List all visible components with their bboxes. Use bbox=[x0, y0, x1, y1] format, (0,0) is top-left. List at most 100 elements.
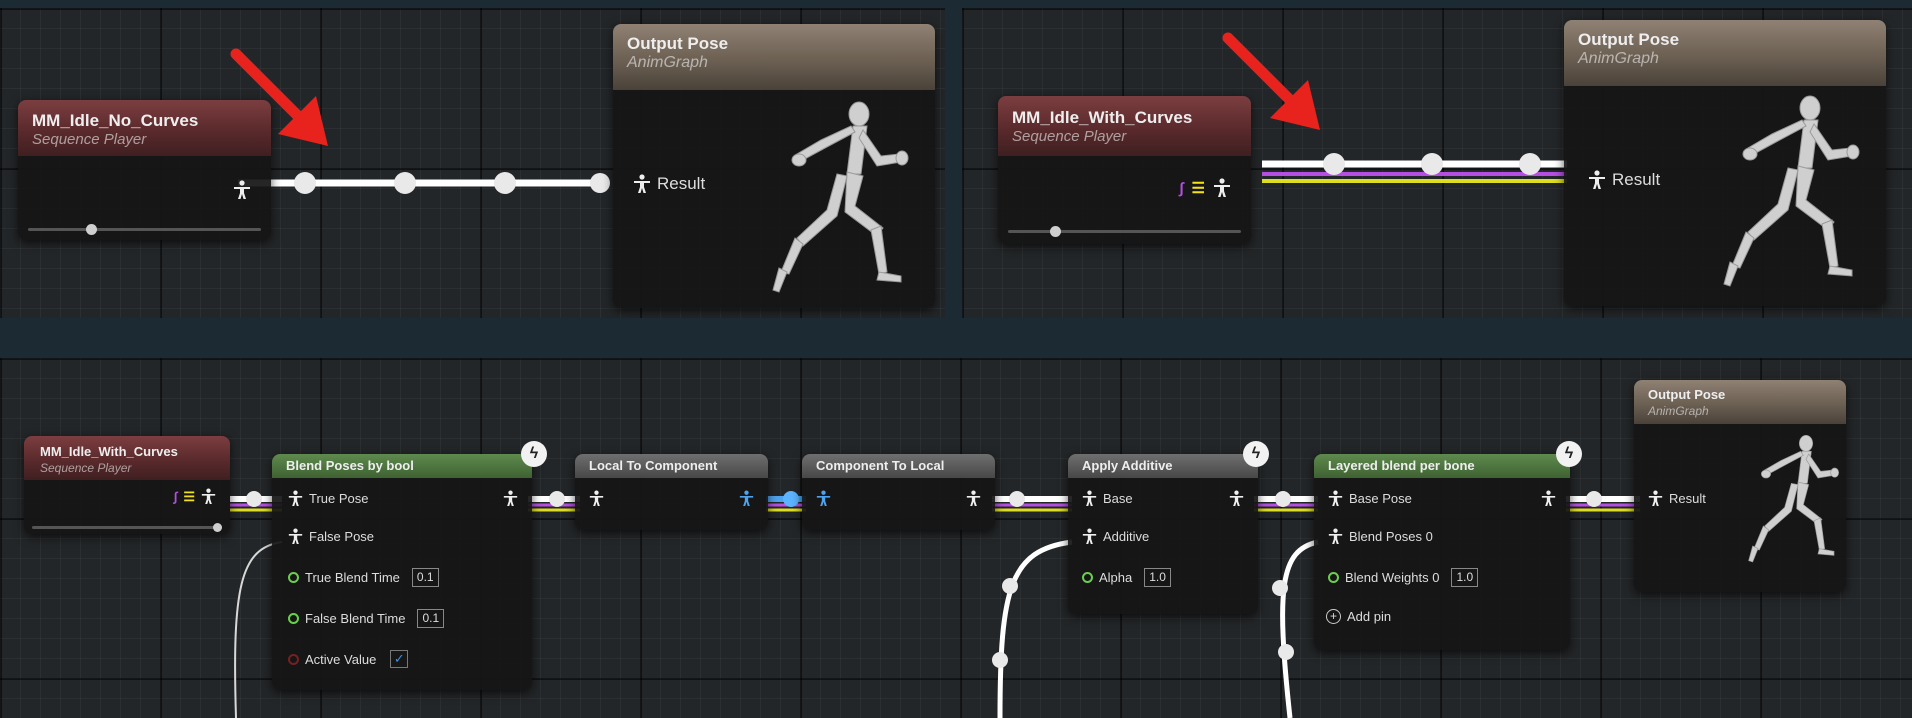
blend-poses-wire[interactable] bbox=[1280, 539, 1319, 718]
node-header[interactable]: Local To Component bbox=[575, 454, 768, 478]
true-pose-pin[interactable]: True Pose bbox=[288, 490, 369, 507]
pose-output-pin[interactable] bbox=[1541, 490, 1556, 507]
pin-label: Result bbox=[1669, 491, 1706, 506]
node-header[interactable]: MM_Idle_With_Curves Sequence Player bbox=[24, 436, 230, 480]
slider-knob[interactable] bbox=[213, 523, 222, 532]
active-value-checkbox[interactable]: ✓ bbox=[390, 650, 409, 668]
slider-knob[interactable] bbox=[86, 224, 97, 235]
node-title: Component To Local bbox=[816, 458, 945, 473]
output-pins[interactable]: ∫ ☰ bbox=[174, 488, 216, 505]
pose-pin-icon bbox=[1213, 178, 1231, 198]
false-pose-pin[interactable]: False Pose bbox=[288, 528, 374, 545]
output-pins[interactable]: ∫ ☰ bbox=[1179, 178, 1231, 198]
reroute-knot[interactable] bbox=[294, 172, 316, 194]
wire-group[interactable] bbox=[992, 491, 1072, 512]
reroute-knot[interactable] bbox=[992, 652, 1008, 668]
pose-output-pin[interactable] bbox=[966, 490, 981, 507]
float-pin-icon bbox=[1328, 572, 1339, 583]
node-title: Blend Poses by bool bbox=[286, 458, 414, 473]
node-header[interactable]: Output Pose AnimGraph bbox=[1564, 20, 1886, 86]
node-header[interactable]: Layered blend per bone bbox=[1314, 454, 1570, 478]
add-pin-button[interactable]: + Add pin bbox=[1326, 609, 1391, 624]
apply-additive-node[interactable]: Apply Additive Base Additive Alpha 1.0 bbox=[1068, 454, 1258, 614]
true-blend-time-pin[interactable]: True Blend Time 0.1 bbox=[288, 568, 439, 587]
reroute-knot[interactable] bbox=[1002, 578, 1018, 594]
layered-blend-per-bone-node[interactable]: Layered blend per bone Base Pose Blend P… bbox=[1314, 454, 1570, 650]
false-blend-time-pin[interactable]: False Blend Time 0.1 bbox=[288, 609, 445, 628]
component-pose-output-pin[interactable] bbox=[739, 490, 754, 507]
node-header[interactable]: Blend Poses by bool bbox=[272, 454, 532, 478]
position-slider[interactable] bbox=[1008, 226, 1241, 237]
node-title: Apply Additive bbox=[1082, 458, 1173, 473]
result-input-pin[interactable]: Result bbox=[633, 174, 705, 194]
node-title: Output Pose bbox=[1578, 30, 1680, 49]
slider-knob[interactable] bbox=[1050, 226, 1061, 237]
pose-pin-icon bbox=[1328, 528, 1343, 545]
node-title: MM_Idle_With_Curves bbox=[1012, 108, 1193, 127]
node-header[interactable]: Component To Local bbox=[802, 454, 995, 478]
pose-pin-icon bbox=[1588, 170, 1606, 190]
additive-pin[interactable]: Additive bbox=[1082, 528, 1149, 545]
position-slider[interactable] bbox=[32, 523, 222, 532]
graph-panel-main[interactable]: MM_Idle_With_Curves Sequence Player ∫ ☰ … bbox=[0, 358, 1912, 718]
active-value-pin[interactable]: Active Value ✓ bbox=[288, 650, 409, 668]
fast-path-bolt-icon: ϟ bbox=[1556, 441, 1582, 467]
node-header[interactable]: MM_Idle_With_Curves Sequence Player bbox=[998, 96, 1251, 156]
node-header[interactable]: Output Pose AnimGraph bbox=[1634, 380, 1846, 424]
reroute-knot[interactable] bbox=[394, 172, 416, 194]
sequence-player-node[interactable]: MM_Idle_With_Curves Sequence Player ∫ ☰ bbox=[998, 96, 1251, 244]
node-header[interactable]: Apply Additive bbox=[1068, 454, 1258, 478]
blend-weights-input[interactable]: 1.0 bbox=[1451, 568, 1479, 587]
blend-weights-0-pin[interactable]: Blend Weights 0 1.0 bbox=[1328, 568, 1479, 587]
pin-label: Additive bbox=[1103, 529, 1150, 544]
component-to-local-node[interactable]: Component To Local bbox=[802, 454, 995, 530]
fast-path-bolt-icon: ϟ bbox=[521, 441, 547, 467]
false-blend-time-input[interactable]: 0.1 bbox=[417, 609, 445, 628]
pose-pin-icon bbox=[1082, 528, 1097, 545]
sequence-player-node[interactable]: MM_Idle_With_Curves Sequence Player ∫ ☰ bbox=[24, 436, 230, 534]
result-input-pin[interactable]: Result bbox=[1648, 490, 1706, 507]
pose-output-pin[interactable] bbox=[1229, 490, 1244, 507]
alpha-pin[interactable]: Alpha 1.0 bbox=[1082, 568, 1171, 587]
pose-output-pin[interactable] bbox=[233, 180, 251, 200]
base-pose-pin[interactable]: Base Pose bbox=[1328, 490, 1412, 507]
local-to-component-node[interactable]: Local To Component bbox=[575, 454, 768, 530]
output-pose-node[interactable]: Output Pose AnimGraph Result bbox=[613, 24, 935, 308]
add-pin-icon: + bbox=[1326, 609, 1341, 624]
blend-poses-by-bool-node[interactable]: Blend Poses by bool True Pose False Pose… bbox=[272, 454, 532, 690]
wire-group[interactable] bbox=[1566, 491, 1640, 512]
true-blend-time-input[interactable]: 0.1 bbox=[411, 568, 439, 587]
reroute-knot[interactable] bbox=[1323, 153, 1345, 175]
pose-pin-icon bbox=[1229, 490, 1244, 507]
wire-group[interactable] bbox=[528, 491, 580, 512]
pin-label: True Blend Time bbox=[305, 570, 400, 585]
wire-group[interactable] bbox=[1254, 491, 1318, 512]
node-title: MM_Idle_With_Curves bbox=[40, 444, 178, 459]
reroute-knot[interactable] bbox=[1421, 153, 1443, 175]
additive-wire[interactable] bbox=[997, 539, 1073, 718]
alpha-input[interactable]: 1.0 bbox=[1144, 568, 1171, 587]
reroute-knot[interactable] bbox=[1519, 153, 1541, 175]
node-header[interactable]: Output Pose AnimGraph bbox=[613, 24, 935, 90]
graph-panel-with-curves[interactable]: MM_Idle_With_Curves Sequence Player ∫ ☰ … bbox=[962, 8, 1912, 318]
output-pose-node[interactable]: Output Pose AnimGraph Result bbox=[1634, 380, 1846, 592]
curve-icon: ∫ bbox=[173, 489, 178, 504]
reroute-knot[interactable] bbox=[1272, 580, 1288, 596]
pose-pin-icon bbox=[966, 490, 981, 507]
reroute-knot[interactable] bbox=[590, 173, 610, 193]
component-space-wire[interactable] bbox=[766, 491, 806, 512]
pose-output-pin[interactable] bbox=[503, 490, 518, 507]
graph-panel-no-curves[interactable]: MM_Idle_No_Curves Sequence Player Output… bbox=[0, 8, 945, 318]
reroute-knot[interactable] bbox=[1278, 644, 1294, 660]
base-pin[interactable]: Base bbox=[1082, 490, 1133, 507]
attribute-list-icon: ☰ bbox=[1191, 180, 1205, 197]
bool-pin-icon bbox=[288, 653, 299, 665]
curve-icon: ∫ bbox=[1179, 179, 1184, 197]
result-input-pin[interactable]: Result bbox=[1588, 170, 1660, 190]
reroute-knot[interactable] bbox=[494, 172, 516, 194]
pose-input-pin[interactable] bbox=[589, 490, 604, 507]
blend-poses-0-pin[interactable]: Blend Poses 0 bbox=[1328, 528, 1433, 545]
output-pose-node[interactable]: Output Pose AnimGraph Result bbox=[1564, 20, 1886, 306]
component-pose-input-pin[interactable] bbox=[816, 490, 831, 507]
position-slider[interactable] bbox=[28, 224, 261, 235]
